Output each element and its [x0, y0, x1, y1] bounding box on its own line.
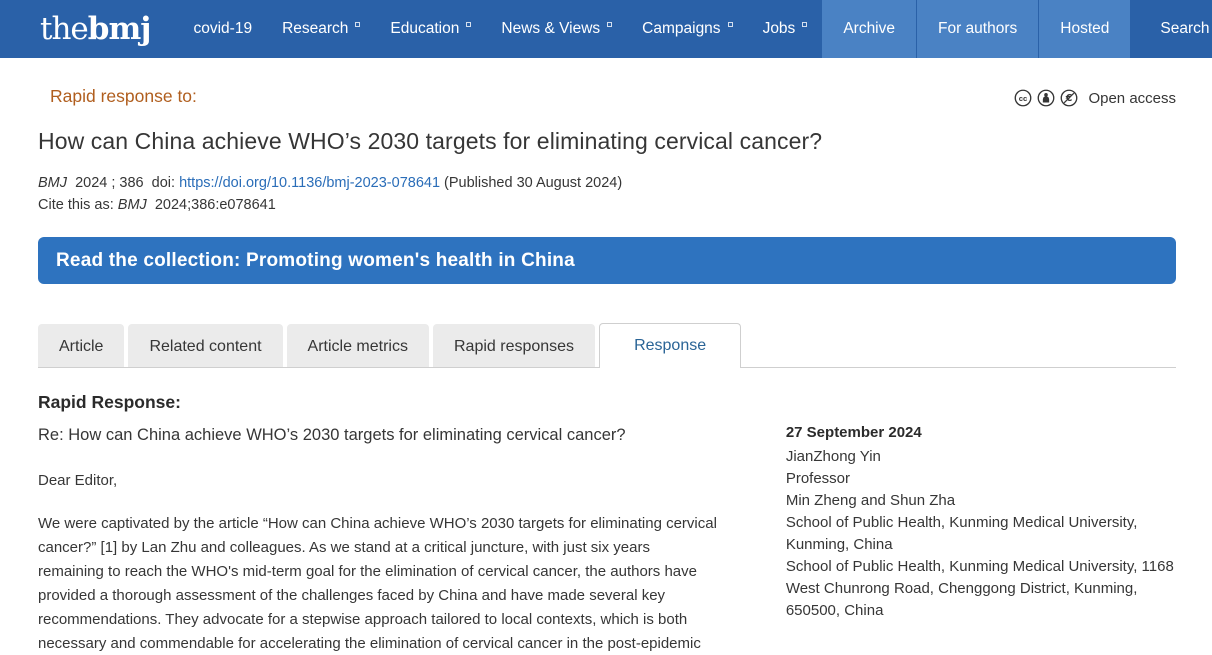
response-section: Rapid Response: Re: How can China achiev… [38, 392, 1176, 655]
dropdown-indicator-icon [607, 22, 612, 27]
journal-name: BMJ [38, 175, 67, 191]
primary-nav: covid-19 Research Education News & Views… [178, 0, 822, 58]
collection-banner-link[interactable]: Read the collection: Promoting women's h… [38, 237, 1176, 284]
tab-related-content[interactable]: Related content [128, 324, 282, 368]
secondary-nav: Archive For authors Hosted Search [822, 0, 1212, 58]
dropdown-indicator-icon [802, 22, 807, 27]
article-tabs: Article Related content Article metrics … [38, 323, 1176, 368]
dropdown-indicator-icon [355, 22, 360, 27]
nav-item-hosted[interactable]: Hosted [1038, 0, 1130, 58]
secondary-nav-group: Archive For authors Hosted [822, 0, 1130, 58]
cc-icon: cc [1014, 89, 1032, 107]
cc-by-attribution-icon [1037, 89, 1055, 107]
nav-item-jobs[interactable]: Jobs [748, 0, 823, 58]
nav-item-archive[interactable]: Archive [822, 0, 916, 58]
article-title: How can China achieve WHO’s 2030 targets… [38, 128, 1176, 155]
nav-item-covid19[interactable]: covid-19 [178, 0, 267, 58]
search-button[interactable]: Search [1130, 0, 1212, 58]
contributor-coauthors: Min Zheng and Shun Zha [786, 490, 1176, 512]
rapid-response-heading: Rapid Response: [38, 392, 720, 413]
dropdown-indicator-icon [466, 22, 471, 27]
kicker-row: Rapid response to: cc € Open access [38, 58, 1176, 107]
response-salutation: Dear Editor, [38, 472, 720, 489]
journal-name: BMJ [118, 197, 147, 213]
nav-item-education[interactable]: Education [375, 0, 486, 58]
logo-bmj: bmj [88, 14, 151, 45]
citation-line: BMJ 2024 ; 386 doi: https://doi.org/10.1… [38, 172, 1176, 194]
response-subject: Re: How can China achieve WHO’s 2030 tar… [38, 426, 720, 445]
logo-the: the [40, 14, 88, 45]
top-navigation: thebmj covid-19 Research Education News … [0, 0, 1212, 58]
open-access-label: Open access [1088, 90, 1176, 107]
response-date: 27 September 2024 [786, 422, 1176, 444]
contributor-role: Professor [786, 468, 1176, 490]
doi-link[interactable]: https://doi.org/10.1136/bmj-2023-078641 [179, 175, 440, 191]
bmj-logo[interactable]: thebmj [0, 0, 178, 58]
response-content: Rapid Response: Re: How can China achiev… [38, 392, 720, 655]
citation-block: BMJ 2024 ; 386 doi: https://doi.org/10.1… [38, 172, 1176, 216]
dropdown-indicator-icon [728, 22, 733, 27]
nav-item-research[interactable]: Research [267, 0, 375, 58]
contributor-panel: 27 September 2024 JianZhong Yin Professo… [786, 392, 1176, 655]
page-content: Rapid response to: cc € Open access How … [0, 58, 1212, 655]
response-body-paragraph: We were captivated by the article “How c… [38, 512, 720, 655]
tab-article-metrics[interactable]: Article metrics [287, 324, 429, 368]
svg-text:cc: cc [1019, 94, 1028, 103]
rapid-response-kicker: Rapid response to: [38, 86, 197, 107]
cc-nc-noncommercial-icon: € [1060, 89, 1078, 107]
nav-item-campaigns[interactable]: Campaigns [627, 0, 747, 58]
nav-item-for-authors[interactable]: For authors [916, 0, 1038, 58]
cite-this-as-line: Cite this as: BMJ 2024;386:e078641 [38, 194, 1176, 216]
nav-item-news-views[interactable]: News & Views [486, 0, 627, 58]
tab-response[interactable]: Response [599, 323, 741, 368]
tab-rapid-responses[interactable]: Rapid responses [433, 324, 595, 368]
contributor-affiliation: School of Public Health, Kunming Medical… [786, 512, 1176, 556]
contributor-address: School of Public Health, Kunming Medical… [786, 556, 1176, 622]
contributor-name: JianZhong Yin [786, 446, 1176, 468]
collection-banner-label: Read the collection: Promoting women's h… [56, 250, 575, 272]
tab-article[interactable]: Article [38, 324, 124, 368]
open-access-license-link[interactable]: cc € Open access [1014, 89, 1176, 107]
